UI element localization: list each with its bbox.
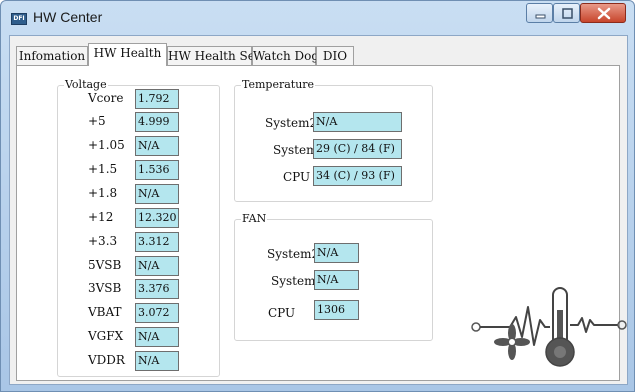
temperature-value-system2: N/A: [313, 112, 402, 132]
voltage-label-3-3v: +3.3: [88, 234, 118, 248]
temperature-value-system: 29 (C) / 84 (F): [313, 139, 402, 159]
maximize-button[interactable]: [553, 3, 580, 23]
fan-value-system: N/A: [314, 270, 359, 290]
minimize-icon: [535, 14, 546, 19]
voltage-label-1-5v: +1.5: [88, 162, 118, 176]
voltage-value-1-05v: N/A: [135, 136, 179, 156]
close-icon: [597, 7, 611, 20]
tab-hw-health-set[interactable]: HW Health Set: [167, 46, 260, 65]
voltage-label-5vsb: 5VSB: [88, 258, 122, 272]
temperature-value-cpu: 34 (C) / 93 (F): [313, 166, 402, 186]
title-bar[interactable]: DFI HW Center: [1, 1, 634, 35]
minimize-button[interactable]: [526, 3, 553, 23]
voltage-value-1-5v: 1.536: [135, 160, 179, 180]
fan-group-title: FAN: [241, 212, 268, 226]
temperature-group-title: Temperature: [241, 78, 316, 92]
thermometer-fan-icon: [471, 287, 627, 367]
voltage-label-3vsb: 3VSB: [88, 281, 122, 295]
tab-watch-dog[interactable]: Watch Dog: [252, 46, 319, 65]
voltage-label-1-8v: +1.8: [88, 186, 118, 200]
voltage-value-12v: 12.320: [135, 208, 179, 228]
voltage-value-vbat: 3.072: [135, 303, 179, 323]
voltage-value-vddr: N/A: [135, 351, 179, 371]
temperature-label-cpu: CPU: [283, 170, 311, 184]
voltage-value-3-3v: 3.312: [135, 232, 179, 252]
fan-value-cpu: 1306: [314, 300, 359, 320]
voltage-label-vbat: VBAT: [88, 305, 122, 319]
voltage-label-5v: +5: [88, 114, 106, 128]
voltage-value-1-8v: N/A: [135, 184, 179, 204]
close-button[interactable]: [580, 3, 626, 23]
tab-infomation[interactable]: Infomation: [16, 46, 88, 65]
voltage-label-vgfx: VGFX: [88, 329, 124, 343]
temperature-label-system: System: [273, 143, 318, 157]
temperature-label-system2: System2: [265, 116, 318, 130]
app-icon: DFI: [11, 13, 27, 25]
voltage-label-12v: +12: [88, 210, 114, 224]
fan-label-cpu: CPU: [268, 306, 296, 320]
voltage-value-5vsb: N/A: [135, 256, 179, 276]
voltage-label-vddr: VDDR: [88, 353, 125, 367]
voltage-label-vcore: Vcore: [88, 91, 124, 105]
voltage-value-3vsb: 3.376: [135, 279, 179, 299]
window-title: HW Center: [33, 9, 103, 25]
voltage-value-vgfx: N/A: [135, 327, 179, 347]
fan-value-system2: N/A: [314, 243, 359, 263]
tab-hw-health[interactable]: HW Health: [88, 43, 167, 66]
fan-label-system: System: [271, 274, 316, 288]
tab-dio[interactable]: DIO: [316, 46, 354, 65]
voltage-value-vcore: 1.792: [135, 89, 179, 109]
voltage-label-1-05v: +1.05: [88, 138, 125, 152]
fan-label-system2: System2: [267, 247, 320, 261]
voltage-value-5v: 4.999: [135, 112, 179, 132]
maximize-icon: [562, 8, 573, 19]
